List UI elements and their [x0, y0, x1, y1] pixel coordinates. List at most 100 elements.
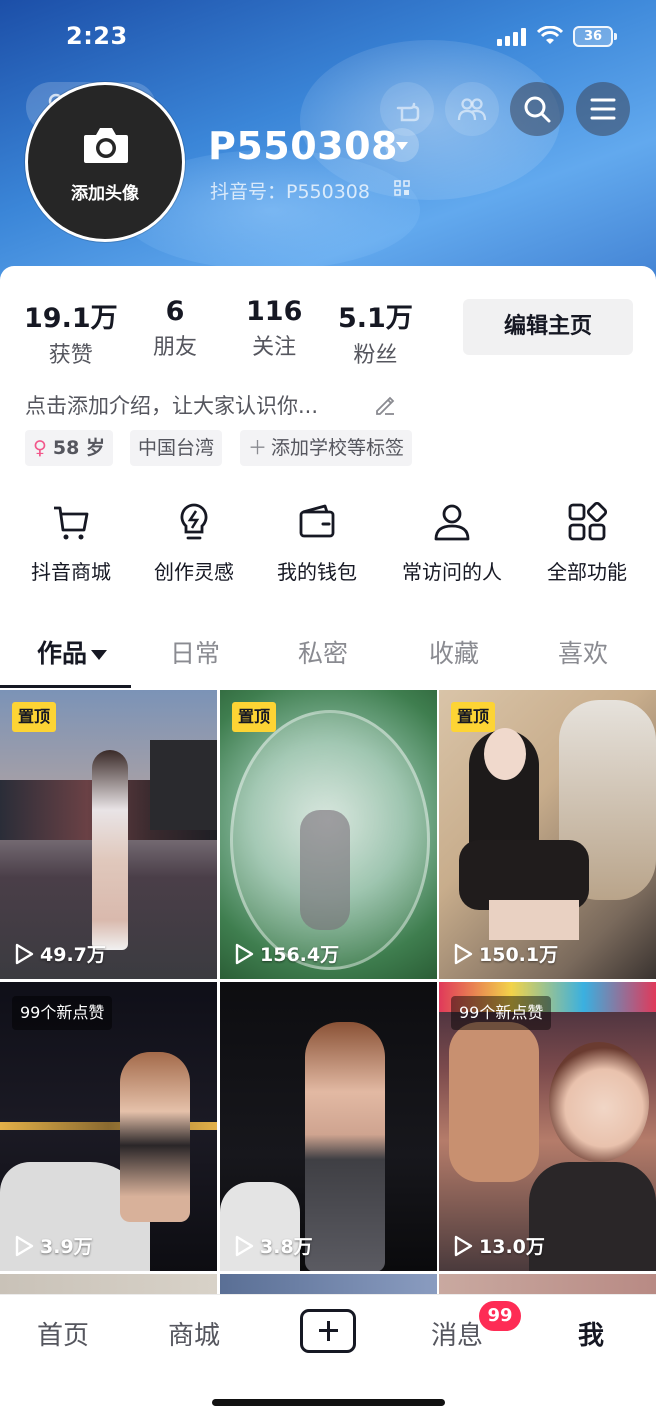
play-count: 150.1万	[453, 940, 558, 967]
home-indicator	[212, 1399, 445, 1406]
play-count-value: 13.0万	[479, 1236, 545, 1258]
messages-badge: 99	[477, 1299, 523, 1333]
plus-icon: ＋	[248, 437, 268, 459]
play-count: 156.4万	[234, 940, 339, 967]
play-icon	[15, 1235, 34, 1256]
play-count-value: 156.4万	[260, 944, 340, 966]
nav-home[interactable]: 首页	[37, 1315, 89, 1352]
status-bar: 2:23 36	[0, 0, 656, 74]
edit-profile-button[interactable]: 编辑主页	[463, 299, 633, 355]
stat-value: 116	[246, 296, 303, 327]
tab-likes[interactable]: 喜欢	[558, 634, 608, 670]
cart-icon	[54, 506, 89, 540]
stat-followers[interactable]: 5.1万 粉丝	[338, 296, 413, 369]
switch-account-button[interactable]	[385, 128, 419, 162]
play-count-value: 150.1万	[479, 944, 559, 966]
play-count-value: 3.9万	[40, 1236, 93, 1258]
caret-down-icon	[91, 650, 108, 660]
feature-mall[interactable]: 抖音商城	[25, 500, 117, 585]
search-button[interactable]	[510, 82, 564, 136]
camera-icon	[84, 128, 128, 163]
pinned-badge: 置顶	[451, 702, 496, 732]
hand-point-icon	[396, 102, 420, 122]
video-tile-partial[interactable]	[220, 1274, 437, 1294]
stat-label: 关注	[252, 335, 297, 360]
tab-favorites[interactable]: 收藏	[429, 634, 479, 670]
username: P550308	[208, 124, 398, 168]
stat-value: 19.1万	[24, 303, 118, 334]
age-label: 58 岁	[52, 437, 105, 459]
nav-me[interactable]: 我	[578, 1315, 604, 1352]
feature-wallet[interactable]: 我的钱包	[270, 500, 364, 585]
pencil-edit-icon[interactable]	[373, 393, 397, 417]
video-tile[interactable]: 99个新点赞 3.9万	[0, 982, 217, 1271]
play-count: 3.8万	[234, 1232, 313, 1259]
wifi-icon	[537, 26, 563, 44]
stat-label: 朋友	[153, 335, 198, 360]
play-count: 49.7万	[14, 940, 106, 967]
new-likes-badge: 99个新点赞	[451, 996, 552, 1030]
content-tabs: 作品 日常 私密 收藏 喜欢	[0, 628, 656, 688]
play-icon	[15, 943, 34, 964]
play-icon	[235, 943, 254, 964]
new-likes-badge: 99个新点赞	[12, 996, 113, 1030]
grid-apps-icon	[568, 502, 607, 541]
hamburger-menu-icon	[590, 98, 616, 120]
video-tile[interactable]: 99个新点赞 13.0万	[439, 982, 656, 1271]
stat-likes[interactable]: 19.1万 获赞	[24, 296, 118, 369]
stat-friends[interactable]: 6 朋友	[153, 296, 197, 361]
create-post-button[interactable]	[300, 1309, 356, 1353]
friends-list-button[interactable]	[445, 82, 499, 136]
stat-value: 6	[165, 296, 185, 327]
avatar-label: 添加头像	[71, 184, 139, 204]
qr-code-icon[interactable]	[394, 180, 410, 196]
lightbulb-icon	[180, 503, 208, 540]
play-count-value: 49.7万	[40, 944, 106, 966]
video-tile[interactable]: 3.8万	[220, 982, 437, 1271]
pinned-badge: 置顶	[12, 702, 57, 732]
feature-label: 常访问的人	[402, 560, 502, 584]
menu-button[interactable]	[576, 82, 630, 136]
people-icon	[457, 98, 487, 121]
female-icon: ♀	[33, 437, 47, 459]
feature-frequent-visitors[interactable]: 常访问的人	[393, 500, 511, 585]
stat-label: 获赞	[48, 343, 93, 368]
play-count: 13.0万	[453, 1232, 545, 1259]
feature-all-functions[interactable]: 全部功能	[540, 500, 634, 585]
tab-works[interactable]: 作品	[37, 634, 108, 670]
tab-private[interactable]: 私密	[298, 634, 348, 670]
avatar-add-button[interactable]: 添加头像	[25, 82, 185, 242]
video-tile-partial[interactable]	[439, 1274, 656, 1294]
add-school-tag[interactable]: ＋添加学校等标签	[240, 430, 413, 466]
active-tab-indicator	[0, 685, 131, 688]
pinned-badge: 置顶	[232, 702, 277, 732]
person-icon	[434, 504, 470, 541]
feature-label: 抖音商城	[31, 560, 111, 584]
bottom-navigation: 首页 商城 消息 99 我	[0, 1294, 656, 1419]
status-time: 2:23	[66, 22, 128, 50]
play-icon	[235, 1235, 254, 1256]
age-tag[interactable]: ♀ 58 岁	[25, 430, 113, 466]
cellular-signal-icon	[497, 28, 529, 46]
video-tile[interactable]: 置顶 49.7万	[0, 690, 217, 979]
tab-daily[interactable]: 日常	[170, 634, 220, 670]
video-tile[interactable]: 置顶 156.4万	[220, 690, 437, 979]
feature-inspiration[interactable]: 创作灵感	[147, 500, 241, 585]
video-tile-partial[interactable]	[0, 1274, 217, 1294]
battery-indicator: 36	[573, 26, 617, 47]
bio-text[interactable]: 点击添加介绍，让大家认识你...	[25, 390, 318, 420]
stat-value: 5.1万	[338, 303, 413, 334]
stat-following[interactable]: 116 关注	[246, 296, 302, 361]
nav-messages[interactable]: 消息	[431, 1315, 483, 1352]
play-count: 3.9万	[14, 1232, 93, 1259]
wallet-icon	[299, 504, 335, 538]
location-tag[interactable]: 中国台湾	[130, 430, 223, 466]
video-tile[interactable]: 置顶 150.1万	[439, 690, 656, 979]
search-icon	[524, 96, 551, 123]
feature-label: 创作灵感	[154, 560, 234, 584]
play-icon	[454, 943, 473, 964]
play-count-value: 3.8万	[260, 1236, 313, 1258]
nav-mall[interactable]: 商城	[168, 1315, 220, 1352]
douyin-id: 抖音号：P550308	[210, 181, 370, 203]
feature-label: 全部功能	[547, 560, 627, 584]
